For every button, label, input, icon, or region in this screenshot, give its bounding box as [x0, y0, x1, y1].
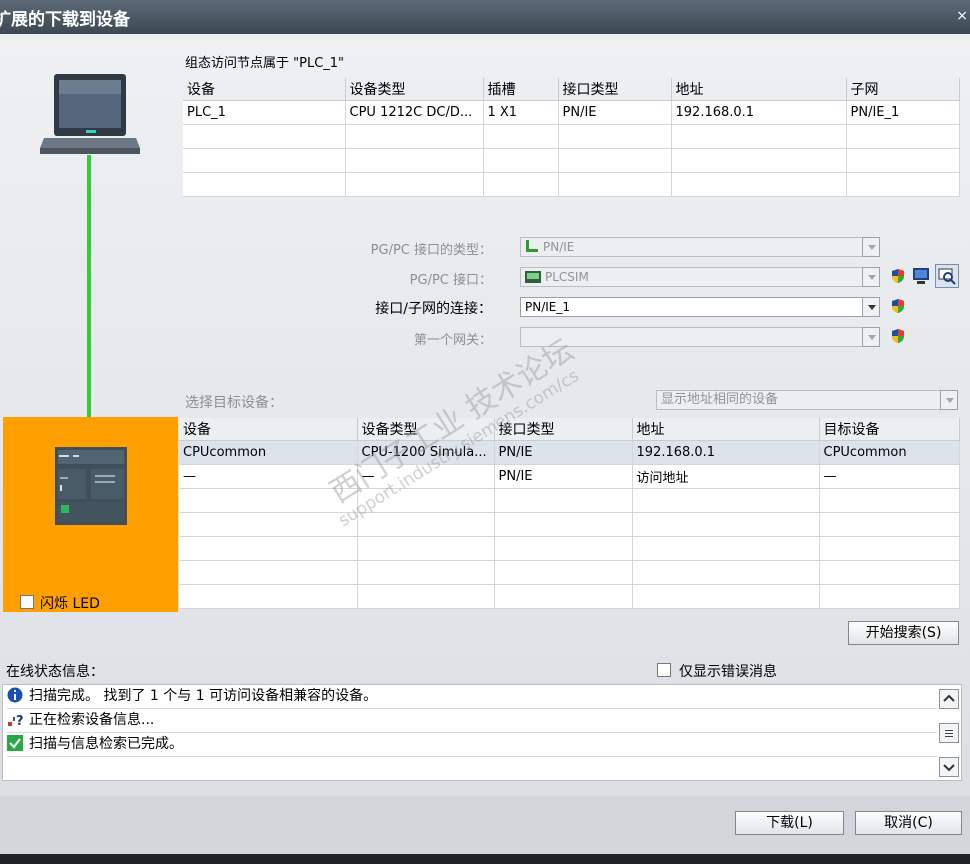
- column-header[interactable]: 地址: [632, 418, 820, 441]
- column-header[interactable]: 插槽: [483, 78, 559, 101]
- table-cell: 192.168.0.1: [671, 100, 847, 125]
- svg-text:?: ?: [16, 714, 24, 727]
- chevron-down-icon: [940, 390, 958, 410]
- message-text: 扫描与信息检索已完成。: [29, 736, 183, 752]
- column-header[interactable]: 地址: [671, 78, 847, 101]
- column-header[interactable]: 设备类型: [345, 78, 484, 101]
- node-table: 设备 设备类型 插槽 接口类型 地址 子网 PLC_1 CPU 1212C DC…: [183, 78, 960, 197]
- flash-led-checkbox[interactable]: [20, 595, 34, 609]
- grip-icon: [945, 730, 953, 737]
- target-filter-select: 显示地址相同的设备: [656, 390, 958, 410]
- title-bar: 扩展的下载到设备 ×: [0, 0, 970, 35]
- column-header[interactable]: 设备: [183, 78, 346, 101]
- list-item[interactable]: 扫描与信息检索已完成。: [7, 733, 937, 757]
- target-table-header: 设备 设备类型 接口类型 地址 目标设备: [179, 418, 960, 441]
- info-icon: [7, 687, 23, 703]
- table-cell: —: [819, 464, 960, 489]
- target-device-label: 选择目标设备：: [185, 395, 283, 411]
- column-header[interactable]: 子网: [846, 78, 960, 101]
- table-cell: 192.168.0.1: [632, 440, 820, 465]
- flash-led-label: 闪烁 LED: [40, 596, 100, 612]
- shield-icon[interactable]: [890, 328, 906, 344]
- column-header[interactable]: 设备: [179, 418, 358, 441]
- table-row-empty: [179, 584, 960, 609]
- chevron-down-icon[interactable]: [862, 297, 880, 317]
- scroll-up-button[interactable]: [939, 689, 959, 709]
- check-icon: [7, 735, 23, 751]
- close-button[interactable]: ×: [956, 8, 968, 24]
- target-filter-value: 显示地址相同的设备: [661, 392, 779, 407]
- column-header[interactable]: 接口类型: [558, 78, 672, 101]
- table-cell: CPUcommon: [179, 440, 358, 465]
- network-icon: [526, 240, 538, 252]
- table-cell: 1 X1: [483, 100, 559, 125]
- pgpc-type-value: PN/IE: [543, 240, 575, 254]
- subnet-connection-value: PN/IE_1: [525, 300, 571, 314]
- table-cell: PN/IE: [494, 440, 633, 465]
- pgpc-type-select: PN/IE: [520, 237, 880, 257]
- table-cell: 访问地址: [632, 464, 820, 489]
- status-message-list: 扫描完成。 找到了 1 个与 1 可访问设备相兼容的设备。 ? 正在检索设备信息.…: [2, 684, 962, 781]
- table-cell: PN/IE_1: [846, 100, 960, 125]
- table-row-empty: [179, 536, 960, 561]
- table-row-empty: [183, 124, 960, 149]
- shield-icon[interactable]: [890, 268, 906, 284]
- table-cell: PN/IE: [558, 100, 672, 125]
- first-gateway-label: 第一个网关：: [413, 333, 492, 348]
- dialog-body: 闪烁 LED 组态访问节点属于 "PLC_1" 设备 设备类型 插槽 接口类型 …: [0, 34, 970, 864]
- magnifier-icon: [938, 268, 956, 285]
- pgpc-interface-label: PG/PC 接口：: [409, 273, 492, 288]
- chevron-down-icon: [862, 327, 880, 347]
- table-cell: PN/IE: [494, 464, 633, 489]
- column-header[interactable]: 目标设备: [819, 418, 960, 441]
- subnet-connection-label: 接口/子网的连接：: [375, 301, 492, 317]
- cancel-button[interactable]: 取消(C): [855, 811, 962, 835]
- chevron-down-icon: [943, 764, 955, 772]
- table-row[interactable]: PLC_1 CPU 1212C DC/D... 1 X1 PN/IE 192.1…: [183, 100, 960, 125]
- table-row[interactable]: — — PN/IE 访问地址 —: [179, 464, 960, 489]
- target-device-table: 设备 设备类型 接口类型 地址 目标设备 CPUcommon CPU-1200 …: [179, 418, 960, 609]
- errors-only-label: 仅显示错误消息: [679, 664, 777, 680]
- plc-device-icon: [55, 447, 127, 525]
- table-row-empty: [183, 148, 960, 173]
- online-status-label: 在线状态信息：: [6, 664, 104, 680]
- node-section-caption: 组态访问节点属于 "PLC_1": [185, 56, 345, 71]
- pgpc-interface-value: PLCSIM: [545, 270, 589, 284]
- plc-panel: 闪烁 LED: [3, 417, 178, 612]
- diagnostics-button[interactable]: [935, 264, 959, 288]
- scrollbar-thumb[interactable]: [939, 723, 959, 743]
- monitor-icon[interactable]: [912, 267, 930, 285]
- pc-icon: [40, 74, 140, 154]
- table-cell: PLC_1: [183, 100, 346, 125]
- scroll-down-button[interactable]: [939, 757, 959, 777]
- list-item[interactable]: 扫描完成。 找到了 1 个与 1 可访问设备相兼容的设备。: [7, 685, 937, 709]
- plcsim-icon: [525, 271, 541, 283]
- subnet-connection-select[interactable]: PN/IE_1: [520, 297, 880, 317]
- list-item[interactable]: ? 正在检索设备信息...: [7, 709, 937, 733]
- taskbar-strip: [0, 854, 970, 864]
- table-row-empty: [179, 512, 960, 537]
- search-device-icon: ?: [8, 714, 24, 729]
- table-row-empty: [183, 172, 960, 197]
- chevron-up-icon: [943, 694, 955, 702]
- chevron-down-icon: [862, 237, 880, 257]
- table-cell: CPUcommon: [819, 440, 960, 465]
- table-row-empty: [179, 488, 960, 513]
- table-cell: CPU 1212C DC/D...: [345, 100, 484, 125]
- message-text: 正在检索设备信息...: [29, 712, 155, 728]
- message-text: 扫描完成。 找到了 1 个与 1 可访问设备相兼容的设备。: [29, 688, 378, 704]
- chevron-down-icon: [862, 267, 880, 287]
- table-row-empty: [179, 560, 960, 585]
- node-table-header: 设备 设备类型 插槽 接口类型 地址 子网: [183, 78, 960, 101]
- window-title: 扩展的下载到设备: [0, 10, 130, 30]
- pgpc-type-label: PG/PC 接口的类型：: [370, 243, 492, 258]
- start-search-button[interactable]: 开始搜索(S): [848, 621, 959, 645]
- pgpc-interface-select: PLCSIM: [520, 267, 880, 287]
- shield-icon[interactable]: [890, 298, 906, 314]
- first-gateway-select: [520, 327, 880, 347]
- download-button[interactable]: 下载(L): [735, 811, 844, 835]
- table-row[interactable]: CPUcommon CPU-1200 Simula... PN/IE 192.1…: [179, 440, 960, 465]
- network-link-line: [87, 155, 91, 447]
- errors-only-checkbox[interactable]: [657, 663, 671, 677]
